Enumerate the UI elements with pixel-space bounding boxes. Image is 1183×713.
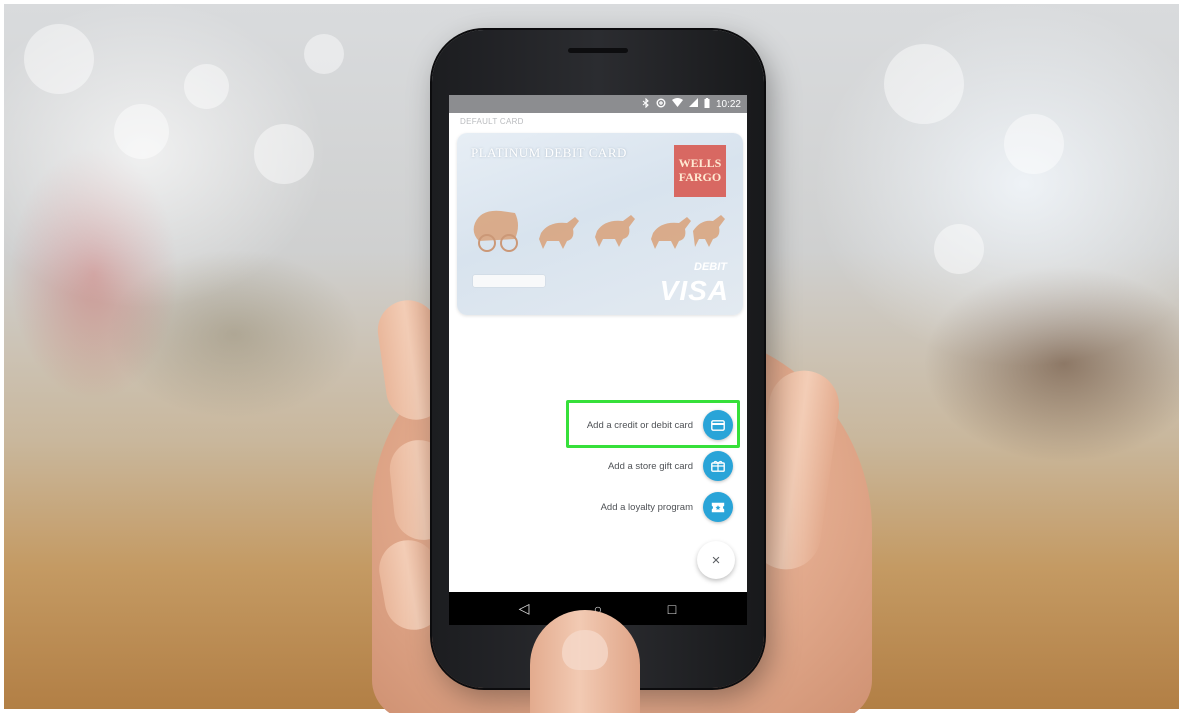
default-payment-card[interactable]: PLATINUM DEBIT CARD WELLS FARGO DEBIT VIS… <box>457 133 743 315</box>
close-menu-button[interactable]: × <box>697 541 735 579</box>
menu-item-label: Add a loyalty program <box>600 501 693 513</box>
data-saver-icon <box>656 98 666 111</box>
back-button[interactable]: ◁ <box>504 594 544 624</box>
highlight-box <box>566 400 740 448</box>
card-name: PLATINUM DEBIT CARD <box>471 145 627 160</box>
menu-item-label: Add a store gift card <box>607 460 693 472</box>
recents-button[interactable]: □ <box>652 594 692 624</box>
bluetooth-icon <box>642 97 650 111</box>
close-icon: × <box>711 551 721 569</box>
card-network-logo: VISA <box>659 275 729 306</box>
gift-card-icon[interactable] <box>703 451 733 481</box>
card-signature-strip <box>473 275 545 287</box>
loyalty-ticket-icon[interactable] <box>703 492 733 522</box>
battery-icon <box>704 97 710 111</box>
wifi-icon <box>671 98 683 110</box>
section-label: DEFAULT CARD <box>460 117 524 126</box>
status-bar: 10:22 <box>449 95 747 113</box>
signal-icon <box>688 98 698 110</box>
menu-item-add-loyalty-program[interactable]: Add a loyalty program <box>549 492 733 522</box>
stagecoach-illustration <box>473 210 725 252</box>
menu-item-add-store-gift-card[interactable]: Add a store gift card <box>549 451 733 481</box>
phone-speaker <box>568 48 628 53</box>
bank-logo: WELLS FARGO <box>674 145 726 197</box>
status-time: 10:22 <box>715 98 741 110</box>
phone-screen: 10:22 DEFAULT CARD PLATINUM DEBIT CARD W… <box>449 95 747 625</box>
thumb-nail <box>562 630 608 670</box>
card-type-label: DEBIT <box>694 261 727 273</box>
